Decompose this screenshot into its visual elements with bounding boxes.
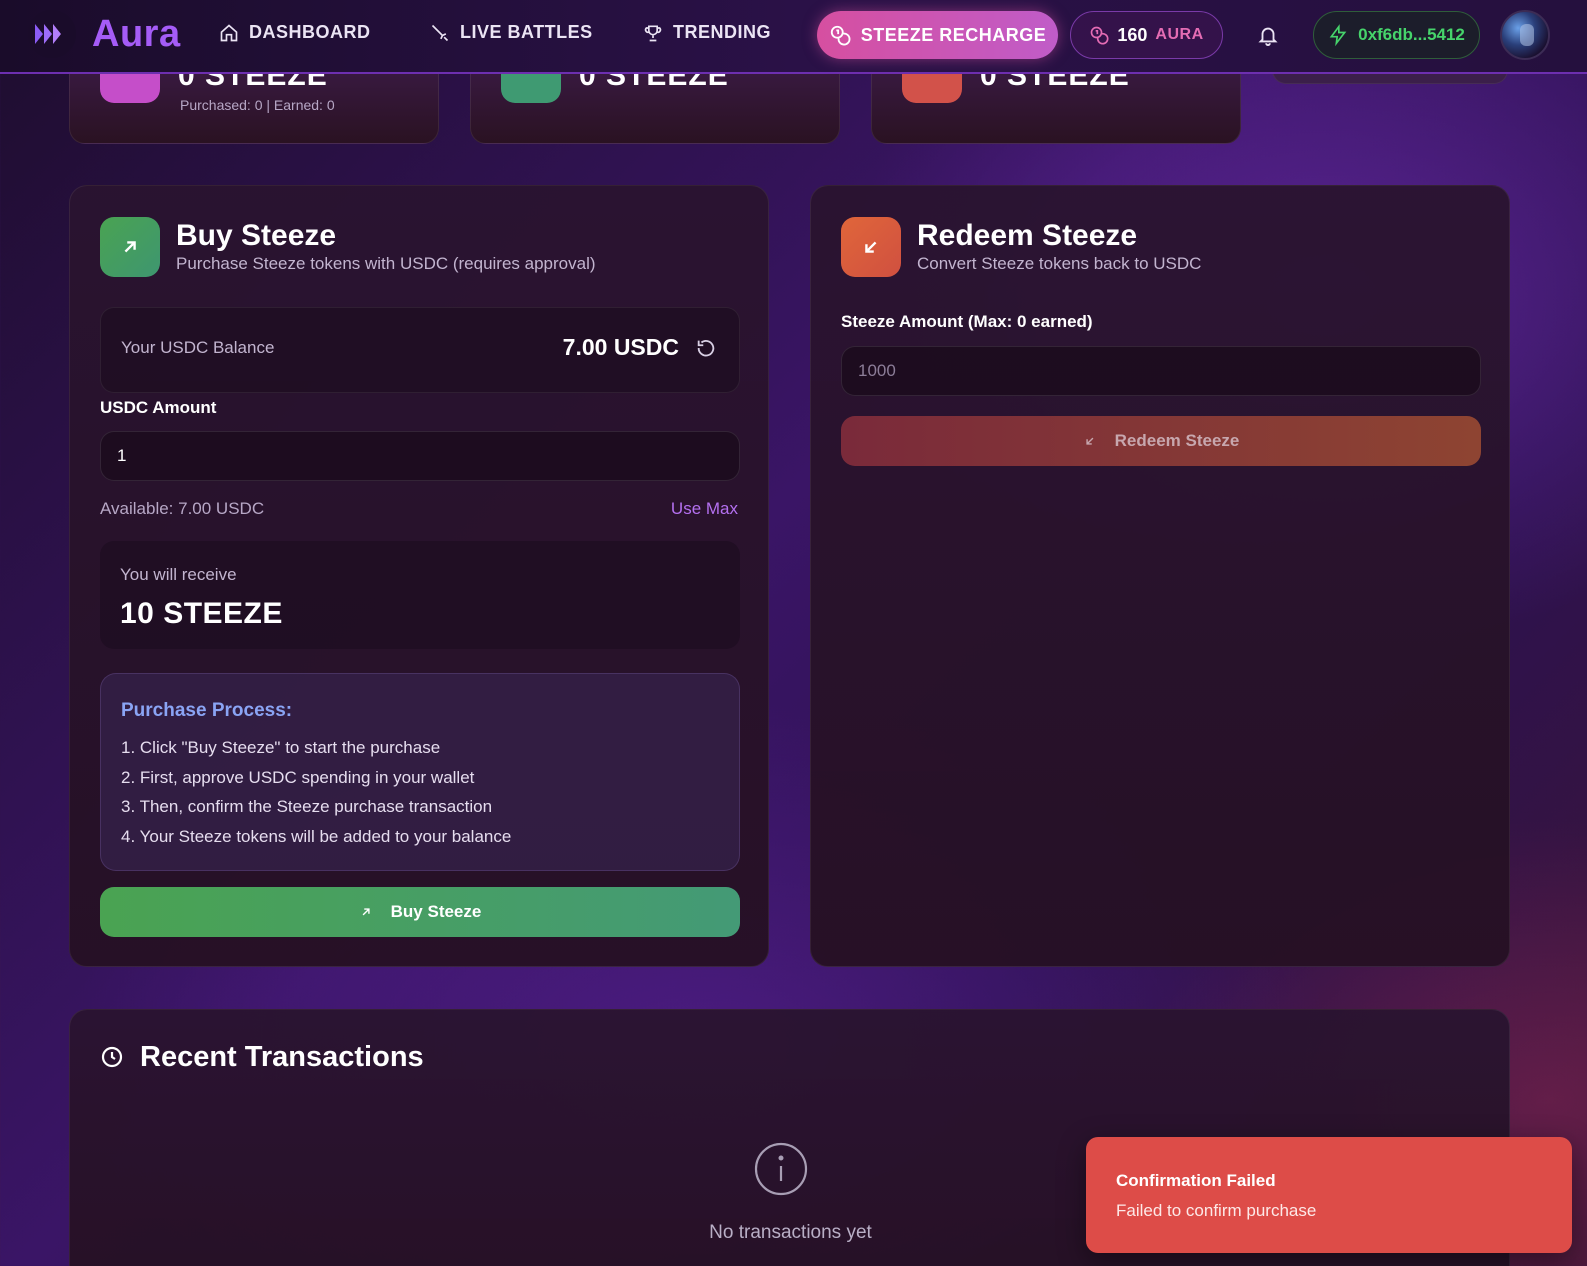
process-step: 4. Your Steeze tokens will be added to y… (121, 827, 512, 846)
steeze-amount-label: Steeze Amount (Max: 0 earned) (841, 312, 1093, 331)
purchase-process-box: Purchase Process: 1. Click "Buy Steeze" … (100, 673, 740, 871)
refresh-icon[interactable] (695, 337, 717, 359)
process-step: 2. First, approve USDC spending in your … (121, 768, 475, 787)
wallet-address: 0xf6db...5412 (1358, 25, 1465, 44)
arrow-up-right-icon (362, 908, 370, 916)
aura-count: 160 (1117, 24, 1148, 45)
usdc-balance-box: Your USDC Balance 7.00 USDC (100, 307, 740, 393)
balance-value: 7.00 USDC (562, 334, 679, 360)
redeem-title: Redeem Steeze (917, 219, 1138, 252)
error-toast[interactable]: Confirmation Failed Failed to confirm pu… (1086, 1137, 1572, 1253)
receive-box: You will receive 10 STEEZE (100, 541, 740, 649)
redeem-button-label: Redeem Steeze (1114, 431, 1240, 450)
buy-steeze-button[interactable]: Buy Steeze (100, 887, 740, 937)
trophy-icon (644, 25, 662, 41)
usdc-amount-label: USDC Amount (100, 398, 217, 417)
logo[interactable]: Aura (28, 10, 181, 58)
avatar[interactable] (1500, 10, 1550, 60)
arrow-down-left-icon (841, 217, 901, 277)
receive-label: You will receive (120, 565, 237, 584)
nav-live-battles[interactable]: LIVE BATTLES (430, 22, 593, 43)
steeze-amount-input[interactable] (841, 346, 1481, 396)
aura-balance-pill[interactable]: 160 AURA (1070, 11, 1223, 59)
arrow-up-right-icon (100, 217, 160, 277)
process-title: Purchase Process: (121, 700, 293, 721)
buy-title: Buy Steeze (176, 219, 337, 252)
coins-icon (1091, 26, 1109, 45)
info-icon (753, 1141, 809, 1197)
transactions-title: Recent Transactions (140, 1041, 424, 1073)
receive-value: 10 STEEZE (120, 597, 283, 630)
nav-trending-label: TRENDING (673, 22, 771, 42)
clock-icon (100, 1045, 124, 1069)
steeze-recharge-button[interactable]: STEEZE RECHARGE (817, 11, 1058, 59)
arrow-down-left-icon (1086, 437, 1094, 445)
wallet-address-pill[interactable]: 0xf6db...5412 (1313, 11, 1480, 59)
toast-title: Confirmation Failed (1116, 1171, 1276, 1190)
app-name: Aura (92, 12, 181, 55)
redeem-steeze-panel: Redeem Steeze Convert Steeze tokens back… (810, 185, 1510, 967)
nav-trending[interactable]: TRENDING (643, 22, 771, 43)
use-max-link[interactable]: Use Max (671, 499, 738, 519)
buy-steeze-panel: Buy Steeze Purchase Steeze tokens with U… (69, 185, 769, 967)
toast-message: Failed to confirm purchase (1116, 1201, 1317, 1220)
home-icon (220, 23, 238, 41)
nav-dashboard-label: DASHBOARD (249, 22, 371, 42)
redeem-steeze-button[interactable]: Redeem Steeze (841, 416, 1481, 466)
stat-sub: Purchased: 0 | Earned: 0 (180, 97, 335, 113)
available-balance: Available: 7.00 USDC (100, 499, 265, 518)
notifications-bell-icon[interactable] (1257, 23, 1279, 47)
usdc-amount-input[interactable] (100, 431, 740, 481)
process-step: 3. Then, confirm the Steeze purchase tra… (121, 797, 493, 816)
top-nav: Aura DASHBOARD LIVE BATTLES TRENDING STE… (0, 0, 1587, 74)
aura-unit: AURA (1155, 26, 1204, 43)
buy-button-label: Buy Steeze (390, 902, 482, 921)
lightning-icon (1329, 24, 1347, 46)
nav-dashboard[interactable]: DASHBOARD (219, 22, 371, 43)
coins-icon (830, 25, 851, 46)
buy-subtitle: Purchase Steeze tokens with USDC (requir… (176, 254, 596, 273)
redeem-subtitle: Convert Steeze tokens back to USDC (917, 254, 1202, 273)
balance-label: Your USDC Balance (121, 338, 275, 357)
aura-logo-icon (28, 10, 76, 58)
nav-live-battles-label: LIVE BATTLES (460, 22, 593, 42)
process-step: 1. Click "Buy Steeze" to start the purch… (121, 738, 441, 757)
sword-icon (431, 24, 449, 41)
steeze-recharge-label: STEEZE RECHARGE (860, 24, 1047, 45)
